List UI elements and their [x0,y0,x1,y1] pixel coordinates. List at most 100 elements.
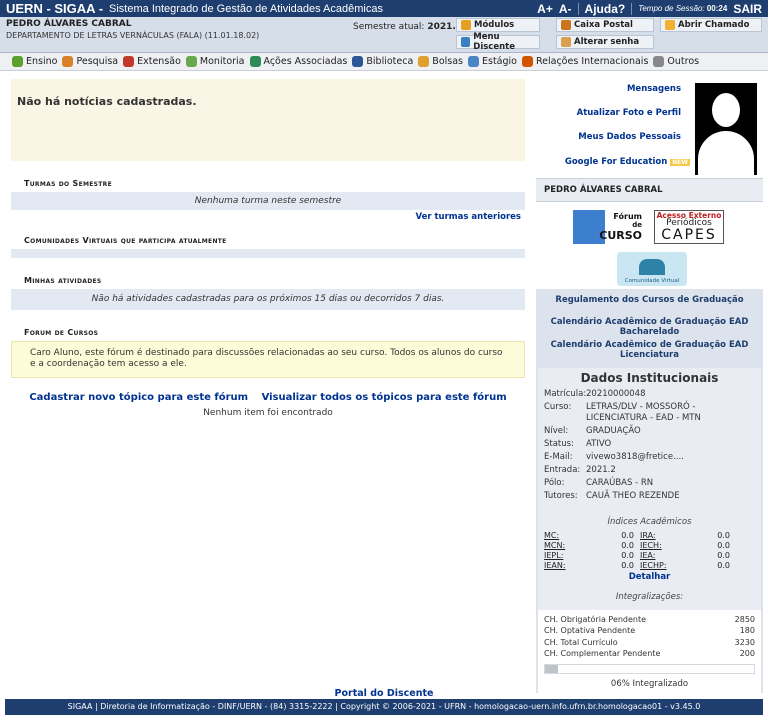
integralization-row: CH. Obrigatória Pendente 2850 [544,615,755,625]
calendar-bachelor-link[interactable]: Calendário Acadêmico de Graduação EAD Ba… [536,316,763,340]
comunidades-section: Comunidades Virtuais que participa atual… [11,236,525,258]
indices-title: Índices Acadêmicos [607,517,692,528]
open-ticket-button[interactable]: Abrir Chamado [660,18,762,32]
atividades-section: Minhas atividades Não há atividades cada… [11,276,525,310]
index-label[interactable]: IRA: [640,531,672,540]
field-label: Status: [544,439,574,450]
calendar-licentiate-link[interactable]: Calendário Acadêmico de Graduação EAD Li… [536,339,763,363]
ensino-icon [12,56,23,67]
community-logo[interactable]: Comunidade Virtual [617,252,687,286]
help-link[interactable]: Ajuda? [585,2,626,16]
view-all-topics-link[interactable]: Visualizar todos os tópicos para este fó… [262,392,507,403]
menu-item-1[interactable]: Pesquisa [62,56,118,67]
menu-item-5[interactable]: Biblioteca [352,56,413,67]
detail-link[interactable]: Detalhar [538,572,761,582]
indices-grid: MC: 0.0 IRA: 0.0 MCN: 0.0 IECH: 0.0 IEPL: 0.0 IEA:… [538,527,761,570]
field-value: vivewo3818@fretice.... [586,452,684,463]
menu-item-8[interactable]: Relações Internacionais [521,56,649,67]
side-panel: Mensagens Atualizar Foto e Perfil Meus D… [536,79,763,693]
menu-item-4[interactable]: Ações Associadas [249,56,347,67]
field-label: Entrada: [544,465,581,476]
menu-item-label: Bolsas [432,56,463,67]
comunidades-bar [11,249,525,258]
menu-item-0[interactable]: Ensino [12,56,57,67]
brand: UERN - SIGAA - [6,1,104,16]
change-password-button[interactable]: Alterar senha [556,35,654,49]
index-value: 0.0 [621,551,634,561]
footer: SIGAA | Diretoria de Informatização - DI… [5,699,763,715]
institutional-row: Nível: GRADUAÇÃO [538,425,761,438]
logos-area: Fórum de CURSO Acesso Externo Periódicos C… [536,202,763,289]
news-box: Não há notícias cadastradas. [11,79,525,161]
mailbox-icon [561,20,571,30]
modules-button[interactable]: Módulos [456,18,540,32]
logout-button[interactable]: SAIR [733,2,762,16]
menu-item-label: Relações Internacionais [535,56,649,67]
index-label[interactable]: MCN: [544,541,576,550]
field-value: 2021.2 [586,465,616,476]
student-menu-button[interactable]: Menu Discente [456,32,540,52]
index-label[interactable]: IECHP: [640,561,672,570]
section-title: Comunidades Virtuais que participa atual… [24,236,227,245]
forum-note: Caro Aluno, este fórum é destinado para … [11,341,525,378]
index-label[interactable]: IEA: [640,551,672,560]
institutional-row: Tutores: CAUÃ THEO REZENDE [538,490,761,503]
progress-fill [545,665,558,673]
menu-item-label: Biblioteca [366,56,414,67]
new-topic-link[interactable]: Cadastrar novo tópico para este fórum [29,392,248,403]
forum-empty: Nenhum item foi encontrado [203,407,333,418]
extensao-icon [123,56,135,67]
student-portal-link[interactable]: Portal do Discente [0,688,768,699]
menu-item-label: Ensino [26,56,58,67]
pesquisa-icon [62,56,74,67]
profile-name: PEDRO ÁLVARES CABRAL [536,179,763,202]
menu-item-7[interactable]: Estágio [468,56,517,67]
field-value: 20210000048 [586,388,646,399]
current-semester: Semestre atual: 2021.2 [353,22,463,32]
field-label: Curso: [544,401,572,412]
mailbox-button[interactable]: Caixa Postal [556,18,654,32]
modules-icon [461,20,471,30]
integralization-row: CH. Optativa Pendente 180 [544,626,755,636]
main-menu: Ensino Pesquisa Extensão Monitoria Ações Ass… [0,53,768,71]
user-bar: PEDRO ÁLVARES CABRAL DEPARTAMENTO DE LET… [0,17,768,53]
people-icon [639,259,665,275]
divider [577,2,579,15]
estagio-icon [468,56,479,67]
main-content: Não há notícias cadastradas. Turmas do S… [11,79,525,418]
integralization-row: CH. Complementar Pendente 200 [544,648,755,658]
previous-classes-link[interactable]: Ver turmas anteriores [415,212,521,222]
user-name: PEDRO ÁLVARES CABRAL [6,19,132,29]
institutional-title: Dados Institucionais [580,370,719,385]
menu-item-2[interactable]: Extensão [123,56,181,67]
messages-link[interactable]: Mensagens [627,84,681,94]
section-title: Turmas do Semestre [24,179,112,188]
user-department: DEPARTAMENTO DE LETRAS VERNÁCULAS (FALA)… [6,31,260,40]
capes-logo[interactable]: Acesso Externo Periódicos CAPES [654,210,724,244]
atividades-empty: Não há atividades cadastradas para os pr… [11,289,525,310]
key-user-icon [561,37,571,47]
profile-box: Mensagens Atualizar Foto e Perfil Meus D… [536,79,763,179]
index-value: 0.0 [717,531,730,541]
forum-curso-logo[interactable]: Fórum de CURSO [573,210,645,244]
index-label[interactable]: IECH: [640,541,672,550]
google-education-link[interactable]: Google For Education NEW [565,157,690,167]
index-label[interactable]: IEPL: [544,551,576,560]
institutional-row: Pólo: CARAÚBAS - RN [538,477,761,490]
regulation-link[interactable]: Regulamento dos Cursos de Graduação [536,294,763,308]
menu-item-label: Pesquisa [76,56,119,67]
news-empty: Não há notícias cadastradas. [17,95,197,108]
index-value: 0.0 [621,561,634,571]
font-decrease-button[interactable]: A- [559,2,572,16]
update-photo-link[interactable]: Atualizar Foto e Perfil [577,108,681,118]
index-label[interactable]: IEAN: [544,561,576,570]
institutional-row: Matrícula: 20210000048 [538,388,761,401]
index-label[interactable]: MC: [544,531,576,540]
menu-item-3[interactable]: Monitoria [185,56,245,67]
bolsas-icon [418,56,430,67]
menu-item-9[interactable]: Outros [653,56,699,67]
font-increase-button[interactable]: A+ [537,2,553,16]
personal-data-link[interactable]: Meus Dados Pessoais [578,132,681,142]
menu-item-6[interactable]: Bolsas [418,56,463,67]
index-value: 0.0 [717,541,730,551]
